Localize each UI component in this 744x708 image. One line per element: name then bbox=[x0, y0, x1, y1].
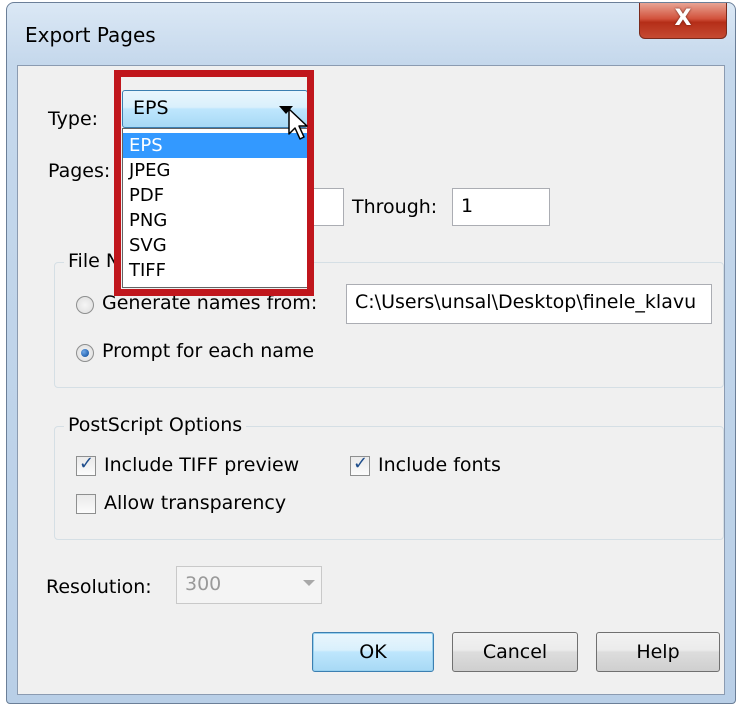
checkmark-icon: ✓ bbox=[353, 453, 369, 474]
prompt-each-name-radio[interactable] bbox=[76, 344, 94, 362]
pages-from-field[interactable] bbox=[314, 188, 344, 226]
pages-label: Pages: bbox=[48, 160, 111, 182]
dialog-title: Export Pages bbox=[25, 23, 156, 47]
include-tiff-checkbox[interactable]: ✓ bbox=[76, 453, 96, 476]
postscript-options-group bbox=[54, 426, 724, 540]
close-button[interactable]: X bbox=[639, 3, 727, 39]
postscript-options-legend: PostScript Options bbox=[64, 414, 247, 436]
through-label: Through: bbox=[352, 196, 438, 218]
title-bar[interactable]: Export Pages X bbox=[7, 3, 735, 63]
chevron-down-icon bbox=[303, 580, 315, 586]
help-button[interactable]: Help bbox=[596, 632, 720, 672]
type-label: Type: bbox=[48, 108, 99, 130]
include-fonts-checkbox[interactable]: ✓ bbox=[350, 453, 370, 476]
checkmark-icon: ✓ bbox=[79, 453, 95, 474]
generate-names-field[interactable]: C:\Users\unsal\Desktop\finele_klavu bbox=[346, 284, 712, 324]
close-icon: X bbox=[674, 6, 692, 31]
prompt-each-name-label[interactable]: Prompt for each name bbox=[102, 340, 314, 362]
highlight-annotation bbox=[114, 70, 314, 296]
allow-transparency-label[interactable]: Allow transparency bbox=[104, 492, 286, 514]
resolution-label: Resolution: bbox=[46, 576, 152, 598]
mouse-cursor-icon bbox=[288, 108, 308, 140]
resolution-value: 300 bbox=[185, 573, 222, 595]
include-tiff-label[interactable]: Include TIFF preview bbox=[104, 454, 299, 476]
cancel-button[interactable]: Cancel bbox=[452, 632, 578, 672]
resolution-combo[interactable]: 300 bbox=[176, 566, 322, 604]
generate-names-radio[interactable] bbox=[76, 296, 94, 314]
allow-transparency-checkbox[interactable] bbox=[76, 494, 96, 514]
include-fonts-label[interactable]: Include fonts bbox=[378, 454, 501, 476]
ok-button[interactable]: OK bbox=[312, 632, 434, 672]
pages-through-field[interactable]: 1 bbox=[452, 188, 550, 226]
